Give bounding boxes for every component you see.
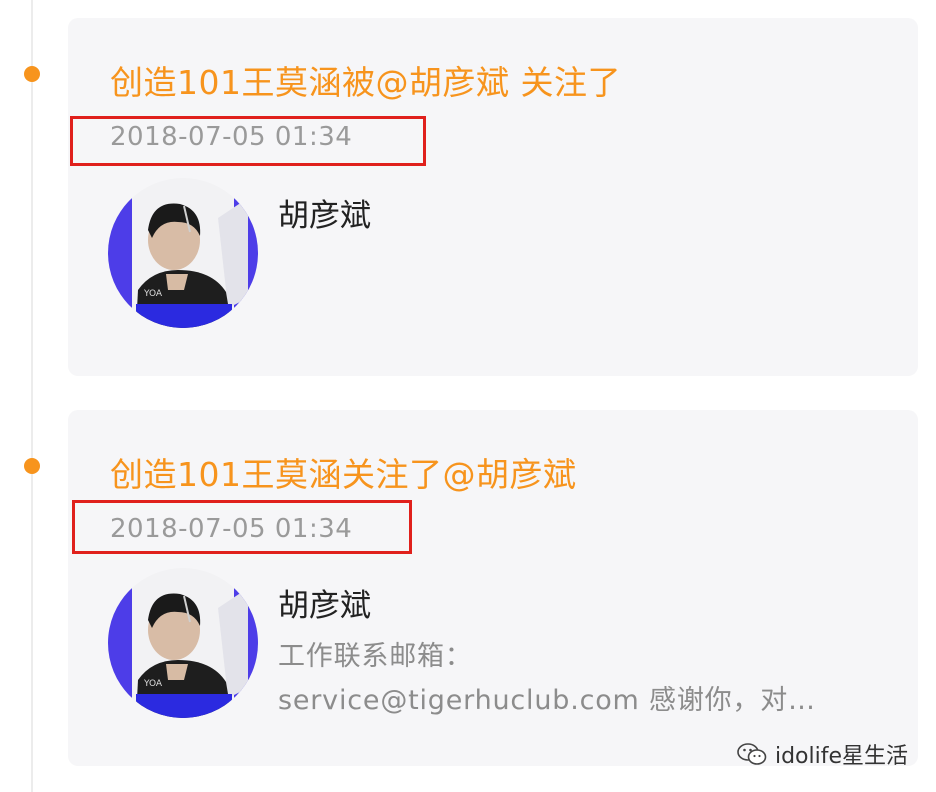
avatar-photo: YOA — [108, 178, 258, 328]
user-bio-line1: 工作联系邮箱： — [278, 641, 473, 672]
user-name[interactable]: 胡彦斌 — [278, 190, 371, 235]
feed-card-title[interactable]: 创造101王莫涵被@胡彦斌 关注了 — [110, 56, 621, 104]
wechat-icon — [737, 743, 767, 765]
avatar[interactable]: YOA — [108, 568, 258, 718]
avatar-photo: YOA — [108, 568, 258, 718]
user-bio-line2: service@tigerhuclub.com 感谢你，对… — [278, 685, 816, 716]
user-name[interactable]: 胡彦斌 — [278, 580, 371, 625]
timestamp-highlight-box — [72, 500, 412, 554]
svg-text:YOA: YOA — [143, 289, 163, 299]
watermark-text: idolife星生活 — [774, 744, 908, 769]
avatar[interactable]: YOA — [108, 178, 258, 328]
timestamp-highlight-box — [70, 116, 426, 166]
feed-card[interactable]: 创造101王莫涵被@胡彦斌 关注了 2018-07-05 01:34 YOA 胡… — [68, 18, 918, 376]
timeline-line — [31, 0, 33, 792]
feed-card-title[interactable]: 创造101王莫涵关注了@胡彦斌 — [110, 448, 577, 496]
svg-text:YOA: YOA — [143, 679, 163, 689]
timeline-dot — [24, 66, 40, 82]
timeline-dot — [24, 458, 40, 474]
watermark: idolife星生活 — [737, 738, 908, 770]
timeline-feed: 创造101王莫涵被@胡彦斌 关注了 2018-07-05 01:34 YOA 胡… — [0, 0, 936, 792]
feed-card[interactable]: 创造101王莫涵关注了@胡彦斌 2018-07-05 01:34 YOA 胡彦斌… — [68, 410, 918, 766]
